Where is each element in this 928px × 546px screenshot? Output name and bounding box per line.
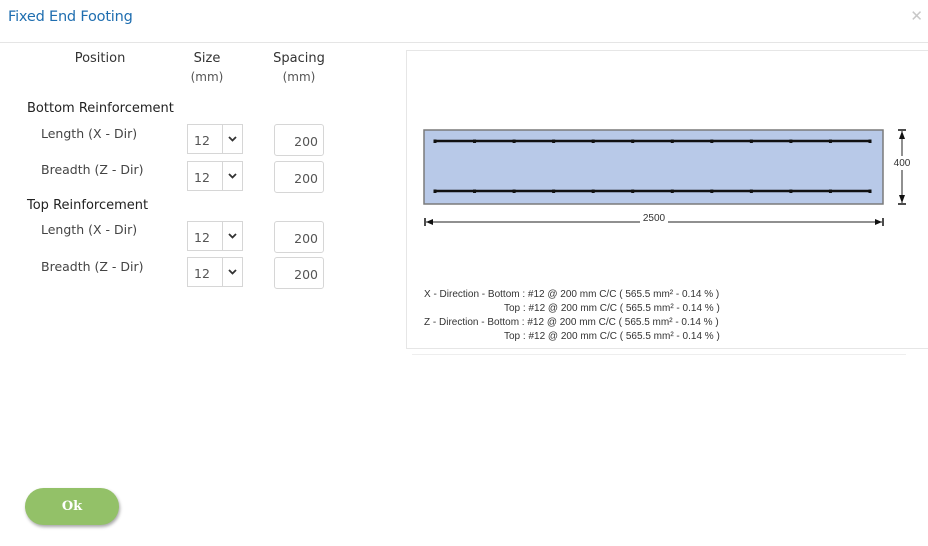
- top-bar-dot: [749, 139, 753, 143]
- depth-dimension-label: 400: [894, 158, 911, 169]
- top-bar-dot: [828, 139, 832, 143]
- width-arrow-left: [426, 219, 433, 225]
- top-bar-dot: [591, 139, 595, 143]
- bottom-bar-dot: [591, 189, 595, 193]
- summary-x-bottom: X - Direction - Bottom : #12 @ 200 mm C/…: [424, 289, 720, 300]
- footing-section-drawing: 2500 400: [423, 129, 911, 226]
- top-bar-dot: [710, 139, 714, 143]
- top-bar-dot: [433, 139, 437, 143]
- bottom-bar-dot: [868, 189, 872, 193]
- summary-z-top: Top : #12 @ 200 mm C/C ( 565.5 mm² - 0.1…: [504, 331, 720, 342]
- summary-z-bottom: Z - Direction - Bottom : #12 @ 200 mm C/…: [424, 317, 719, 328]
- top-bar-dot: [512, 139, 516, 143]
- bottom-bar-dot: [473, 189, 477, 193]
- width-arrow-right: [875, 219, 882, 225]
- summary-x-top: Top : #12 @ 200 mm C/C ( 565.5 mm² - 0.1…: [504, 303, 720, 314]
- top-bar-dot: [789, 139, 793, 143]
- bottom-bar-dot: [789, 189, 793, 193]
- bottom-bar-dot: [828, 189, 832, 193]
- depth-arrow-bottom: [899, 195, 905, 203]
- bottom-bar-dot: [749, 189, 753, 193]
- bottom-bar-dot: [552, 189, 556, 193]
- top-bar-dot: [552, 139, 556, 143]
- top-bar-dot: [868, 139, 872, 143]
- bottom-bar-dot: [631, 189, 635, 193]
- bottom-bar-dot: [670, 189, 674, 193]
- bottom-bar-dot: [512, 189, 516, 193]
- top-bar-dot: [473, 139, 477, 143]
- depth-arrow-top: [899, 131, 905, 139]
- bottom-bar-dot: [710, 189, 714, 193]
- bottom-bar-dot: [433, 189, 437, 193]
- width-dimension-label: 2500: [643, 213, 666, 224]
- top-bar-dot: [631, 139, 635, 143]
- ok-button[interactable]: Ok: [25, 488, 119, 525]
- top-bar-dot: [670, 139, 674, 143]
